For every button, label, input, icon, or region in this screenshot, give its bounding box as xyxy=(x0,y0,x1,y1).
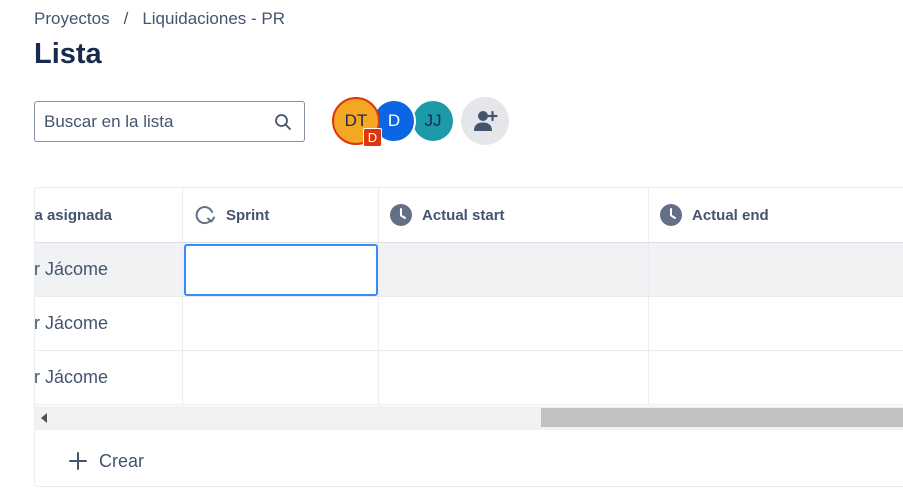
table-row[interactable]: r Jácome xyxy=(35,243,903,297)
list-table: a asignada Sprint Actual start Actual en… xyxy=(34,187,903,487)
column-header-label: Sprint xyxy=(226,206,270,224)
breadcrumb: Proyectos / Liquidaciones - PR xyxy=(34,9,285,29)
search-icon[interactable] xyxy=(274,113,292,131)
breadcrumb-projects[interactable]: Proyectos xyxy=(34,9,110,29)
avatar[interactable]: DT D xyxy=(332,97,382,147)
scroll-left-arrow-icon[interactable] xyxy=(41,413,47,423)
table-row[interactable]: r Jácome xyxy=(35,351,903,405)
avatar-badge: D xyxy=(363,128,382,147)
cell-assignee[interactable]: r Jácome xyxy=(35,351,183,404)
cell-actual-start[interactable] xyxy=(379,297,649,350)
plus-icon xyxy=(69,452,87,470)
add-people-button[interactable] xyxy=(461,97,509,145)
assignee-name: r Jácome xyxy=(35,259,108,279)
create-label: Crear xyxy=(99,450,145,471)
cell-sprint[interactable] xyxy=(183,297,379,350)
sprint-cell-editor[interactable] xyxy=(184,244,378,296)
avatar-initials: JJ xyxy=(424,111,442,130)
column-header-sprint[interactable]: Sprint xyxy=(183,188,379,242)
table-header: a asignada Sprint Actual start Actual en… xyxy=(35,188,903,243)
create-button[interactable]: Crear xyxy=(69,447,144,475)
cell-actual-start[interactable] xyxy=(379,243,649,296)
cell-assignee[interactable]: r Jácome xyxy=(35,243,183,296)
column-header-actual-end[interactable]: Actual end xyxy=(649,188,903,242)
column-header-label: a asignada xyxy=(35,206,112,224)
clock-icon xyxy=(659,203,683,227)
column-header-label: Actual start xyxy=(422,206,505,224)
cell-sprint[interactable] xyxy=(183,351,379,404)
sprint-icon xyxy=(193,203,217,227)
search-box[interactable] xyxy=(34,101,305,142)
clock-icon xyxy=(389,203,413,227)
cell-actual-start[interactable] xyxy=(379,351,649,404)
breadcrumb-separator: / xyxy=(123,9,129,28)
search-input[interactable] xyxy=(44,111,274,132)
add-person-icon xyxy=(472,109,498,133)
column-header-assignee[interactable]: a asignada xyxy=(35,188,183,242)
cell-assignee[interactable]: r Jácome xyxy=(35,297,183,350)
avatar-initials: D xyxy=(387,111,401,130)
assignee-name: r Jácome xyxy=(35,313,108,333)
cell-actual-end[interactable] xyxy=(649,351,903,404)
avatar[interactable]: JJ xyxy=(411,99,455,143)
column-header-actual-start[interactable]: Actual start xyxy=(379,188,649,242)
assignee-name: r Jácome xyxy=(35,367,108,387)
breadcrumb-project-name[interactable]: Liquidaciones - PR xyxy=(142,9,285,29)
cell-actual-end[interactable] xyxy=(649,243,903,296)
column-header-label: Actual end xyxy=(692,206,769,224)
horizontal-scrollbar[interactable] xyxy=(35,406,903,430)
cell-actual-end[interactable] xyxy=(649,297,903,350)
table-row[interactable]: r Jácome xyxy=(35,297,903,351)
scrollbar-thumb[interactable] xyxy=(541,408,903,427)
page-title: Lista xyxy=(34,38,102,70)
